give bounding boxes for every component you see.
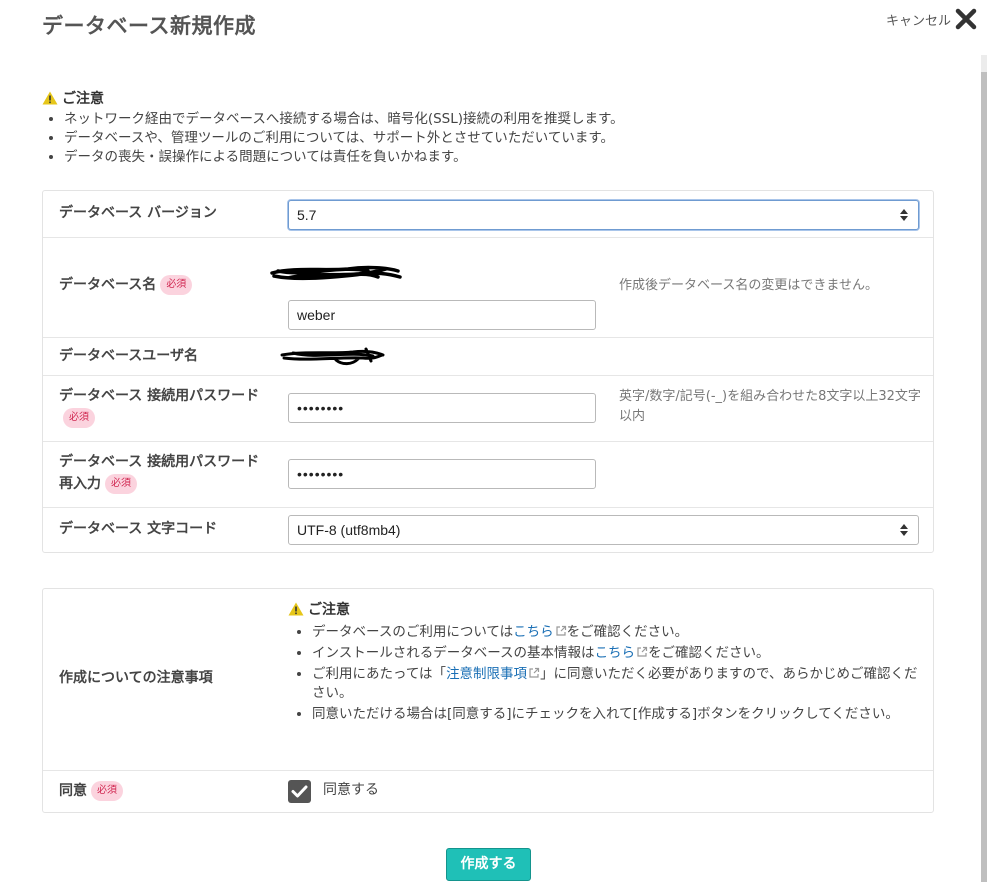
select-arrows-icon xyxy=(900,524,908,536)
terms-row: 作成についての注意事項 ご注意 データベースのご利用についてはこちらをご確認くだ… xyxy=(43,589,933,771)
version-select[interactable]: 5.7 xyxy=(288,200,919,230)
list-item: データの喪失・誤操作による問題については責任を負いかねます。 xyxy=(64,148,922,167)
terms-notice-header: ご注意 xyxy=(288,599,928,619)
scrollbar-thumb[interactable] xyxy=(981,72,987,882)
required-badge: 必須 xyxy=(63,408,95,428)
db-name-hint: 作成後データベース名の変更はできません。 xyxy=(619,278,878,293)
password-confirm-input[interactable]: •••••••• xyxy=(288,459,596,489)
warning-icon xyxy=(42,91,58,105)
list-item-text: ご利用にあたっては「 xyxy=(312,666,447,682)
notice-header: ご注意 xyxy=(42,88,922,108)
version-value: 5.7 xyxy=(297,207,317,223)
password-confirm-label-text: データベース 接続用パスワード再入力 xyxy=(59,454,260,492)
password-hint: 英字/数字/記号(-_)を組み合わせた8文字以上32文字以内 xyxy=(619,389,921,424)
external-link-icon xyxy=(529,667,540,678)
info-link[interactable]: こちら xyxy=(595,645,636,661)
cancel-label: キャンセル xyxy=(885,13,951,29)
list-item-text: インストールされるデータベースの基本情報は xyxy=(312,645,595,661)
page-title: データベース新規作成 xyxy=(42,14,256,38)
list-item-text: をご確認ください。 xyxy=(648,645,770,661)
notice-list: ネットワーク経由でデータベースへ接続する場合は、暗号化(SSL)接続の利用を推奨… xyxy=(42,110,922,167)
password-input[interactable]: •••••••• xyxy=(288,393,596,423)
charset-row: データベース 文字コード UTF-8 (utf8mb4) xyxy=(43,507,933,552)
agree-checkbox[interactable] xyxy=(288,780,311,803)
list-item: 同意いただける場合は[同意する]にチェックを入れて[作成する]ボタンをクリックし… xyxy=(312,705,928,724)
notice-title: ご注意 xyxy=(62,91,104,107)
charset-label: データベース 文字コード xyxy=(59,521,218,537)
required-badge: 必須 xyxy=(160,275,193,295)
select-arrows-icon xyxy=(900,209,908,221)
agree-label: 同意 必須 xyxy=(59,780,123,802)
create-button[interactable]: 作成する xyxy=(446,848,531,881)
list-item-text: をご確認ください。 xyxy=(566,624,689,640)
required-badge: 必須 xyxy=(105,474,137,494)
db-name-label: データベース名 必須 xyxy=(59,274,193,296)
warning-icon xyxy=(288,602,304,616)
password-confirm-label: データベース 接続用パスワード再入力 必須 xyxy=(59,451,269,495)
version-label: データベース バージョン xyxy=(59,205,217,221)
db-user-row: データベースユーザ名 xyxy=(43,337,933,376)
cancel-button[interactable]: キャンセル xyxy=(886,8,977,30)
password-confirm-row: データベース 接続用パスワード再入力 必須 •••••••• xyxy=(43,441,933,508)
terms-section: 作成についての注意事項 ご注意 データベースのご利用についてはこちらをご確認くだ… xyxy=(42,588,934,813)
version-row: データベース バージョン 5.7 xyxy=(43,191,933,238)
external-link-icon xyxy=(556,625,566,636)
restrictions-link[interactable]: 注意制限事項 xyxy=(446,666,527,682)
database-form: データベース バージョン 5.7 データベース名 必須 weber 作成後データベ… xyxy=(42,190,934,553)
terms-label: 作成についての注意事項 xyxy=(59,670,213,686)
checkmark-icon xyxy=(291,785,308,798)
terms-notice-title: ご注意 xyxy=(308,602,350,618)
list-item-text: データベースのご利用については xyxy=(312,624,514,640)
charset-value: UTF-8 (utf8mb4) xyxy=(297,522,401,538)
password-row: データベース 接続用パスワード必須 •••••••• 英字/数字/記号(-_)を… xyxy=(43,375,933,442)
agree-checkbox-label[interactable]: 同意する xyxy=(323,780,379,800)
charset-select[interactable]: UTF-8 (utf8mb4) xyxy=(288,515,919,545)
redacted-scribble xyxy=(280,347,385,366)
required-badge: 必須 xyxy=(91,781,123,801)
db-user-label: データベースユーザ名 xyxy=(59,348,199,364)
password-label: データベース 接続用パスワード必須 xyxy=(59,385,269,429)
external-link-icon xyxy=(637,646,648,657)
agree-row: 同意 必須 同意する xyxy=(43,770,933,812)
list-item: データベースのご利用についてはこちらをご確認ください。 xyxy=(312,623,928,642)
list-item: ネットワーク経由でデータベースへ接続する場合は、暗号化(SSL)接続の利用を推奨… xyxy=(64,110,922,129)
password-label-text: データベース 接続用パスワード xyxy=(59,388,260,404)
list-item: ご利用にあたっては「注意制限事項」に同意いただく必要がありますので、あらかじめご… xyxy=(312,665,928,703)
terms-notice: ご注意 データベースのご利用についてはこちらをご確認ください。 インストールされ… xyxy=(288,599,928,726)
db-name-label-text: データベース名 xyxy=(59,277,157,293)
list-item: データベースや、管理ツールのご利用については、サポート外とさせていただいています… xyxy=(64,129,922,148)
list-item: インストールされるデータベースの基本情報はこちらをご確認ください。 xyxy=(312,644,928,663)
notice-section: ご注意 ネットワーク経由でデータベースへ接続する場合は、暗号化(SSL)接続の利… xyxy=(42,88,922,167)
db-name-input[interactable]: weber xyxy=(288,300,596,330)
redacted-scribble xyxy=(270,265,402,281)
agree-label-text: 同意 xyxy=(59,783,87,799)
usage-link[interactable]: こちら xyxy=(513,624,554,640)
db-name-row: データベース名 必須 weber 作成後データベース名の変更はできません。 xyxy=(43,237,933,338)
terms-list: データベースのご利用についてはこちらをご確認ください。 インストールされるデータ… xyxy=(288,623,928,724)
close-icon xyxy=(955,8,977,30)
